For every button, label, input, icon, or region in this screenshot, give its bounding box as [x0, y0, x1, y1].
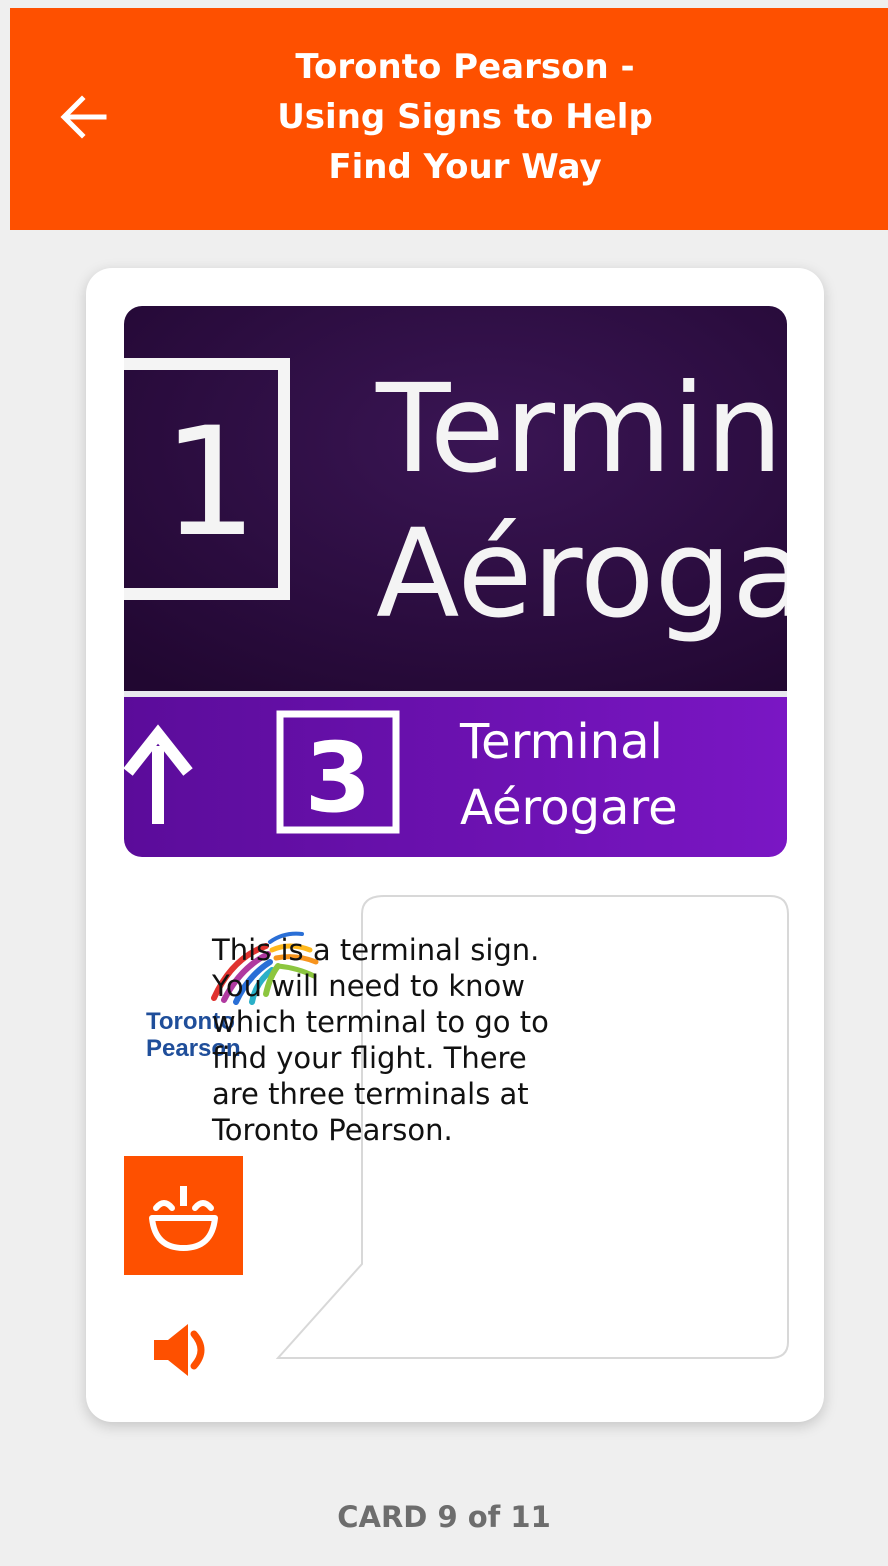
title-line-2: Using Signs to Help [277, 97, 653, 137]
page-title: Toronto Pearson - Using Signs to Help Fi… [160, 42, 770, 192]
terminal-sign-image: 1 Termina Aérogar 3 Terminal Aérogare [124, 306, 787, 857]
flash-card: 1 Termina Aérogar 3 Terminal Aérogare To… [86, 268, 824, 1422]
back-arrow-icon[interactable] [56, 90, 110, 144]
speech-text: This is a terminal sign. You will need t… [212, 932, 592, 1148]
speech-line-3: which terminal to go to [212, 1005, 549, 1039]
sign-sub-line2: Aérogare [460, 780, 678, 836]
sign-main-line2: Aérogar [376, 503, 787, 645]
title-line-3: Find Your Way [328, 147, 602, 187]
sign-main-number: 1 [162, 396, 257, 570]
speech-line-5: are three terminals at [212, 1077, 529, 1111]
smiling-face-icon [124, 1156, 243, 1275]
speech-line-6: Toronto Pearson. [212, 1113, 453, 1147]
sign-sub-line1: Terminal [459, 714, 663, 770]
speaker-volume-icon[interactable] [150, 1318, 214, 1382]
speech-line-2: You will need to know [212, 969, 525, 1003]
speech-line-1: This is a terminal sign. [212, 933, 540, 967]
title-line-1: Toronto Pearson - [295, 47, 635, 87]
card-counter: CARD 9 of 11 [337, 1500, 551, 1534]
sign-sub-number: 3 [305, 722, 372, 834]
app-header: Toronto Pearson - Using Signs to Help Fi… [10, 8, 888, 230]
sign-main-line1: Termina [375, 358, 787, 500]
speech-line-4: find your flight. There [212, 1041, 527, 1075]
